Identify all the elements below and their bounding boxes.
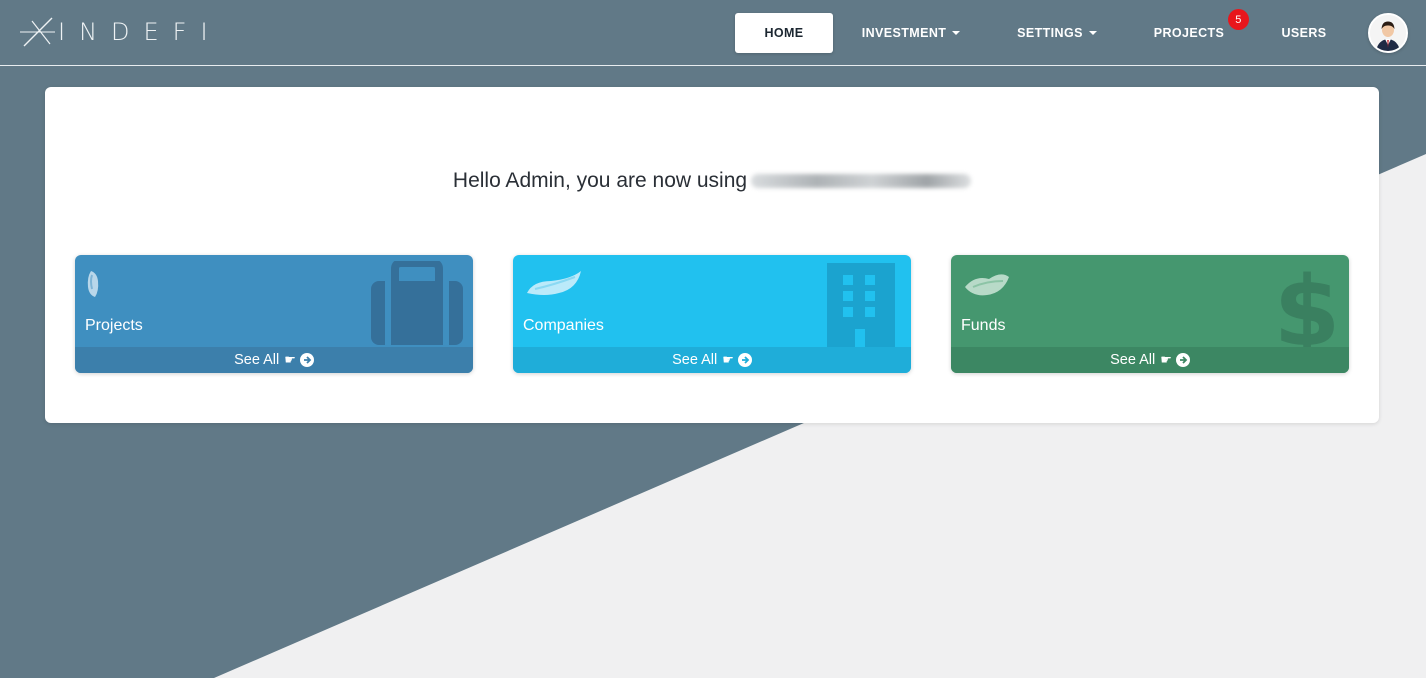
companies-card: Companies See All ☛ xyxy=(513,255,911,373)
briefcase-icon xyxy=(371,261,463,345)
chevron-down-icon xyxy=(952,31,961,35)
funds-mark-icon xyxy=(965,274,1009,296)
nav-settings-label: SETTINGS xyxy=(1017,26,1083,40)
logo-mark-icon xyxy=(20,17,55,47)
arrow-circle-right-icon xyxy=(1175,353,1190,367)
funds-see-all-link[interactable]: See All ☛ xyxy=(951,347,1349,373)
dollar-icon: $ xyxy=(1275,261,1339,355)
projects-count-badge: 5 xyxy=(1228,9,1249,30)
companies-see-all-link[interactable]: See All ☛ xyxy=(513,347,911,373)
nav-settings[interactable]: SETTINGS xyxy=(1012,13,1102,53)
nav-home-label: HOME xyxy=(764,26,804,40)
greeting-line: Hello Admin, you are now using xyxy=(45,169,1379,193)
projects-card-title: Projects xyxy=(85,317,143,334)
projects-see-all-link[interactable]: See All ☛ xyxy=(75,347,473,373)
welcome-panel: Hello Admin, you are now using Projects … xyxy=(45,87,1379,423)
building-icon xyxy=(821,263,901,353)
user-avatar[interactable] xyxy=(1368,13,1408,53)
funds-card-title: Funds xyxy=(961,317,1006,334)
pointing-hand-icon: ☛ xyxy=(722,352,734,367)
svg-text:$: $ xyxy=(1275,261,1339,355)
arrow-circle-right-icon xyxy=(299,353,314,367)
projects-card: Projects See All ☛ xyxy=(75,255,473,373)
redacted-app-name xyxy=(751,174,972,189)
logo-text: INDEFI xyxy=(58,18,222,46)
projects-mark-icon xyxy=(87,271,99,297)
funds-see-all-label: See All xyxy=(1110,352,1156,368)
nav-projects-label: PROJECTS xyxy=(1153,26,1225,40)
pointing-hand-icon: ☛ xyxy=(1160,352,1172,367)
nav-investment-label: INVESTMENT xyxy=(861,26,947,40)
arrow-circle-right-icon xyxy=(737,353,752,367)
funds-card: $ Funds See All ☛ xyxy=(951,255,1349,373)
companies-mark-icon xyxy=(527,271,581,295)
projects-see-all-label: See All xyxy=(234,352,280,368)
nav-home[interactable]: HOME xyxy=(735,13,833,53)
pointing-hand-icon: ☛ xyxy=(284,352,296,367)
companies-card-title: Companies xyxy=(523,317,604,334)
top-navbar: INDEFI HOME INVESTMENT SETTINGS PROJECTS… xyxy=(0,0,1426,66)
nav-investment[interactable]: INVESTMENT xyxy=(856,13,966,53)
user-avatar-icon xyxy=(1370,15,1406,51)
app-logo[interactable]: INDEFI xyxy=(20,15,222,49)
nav-projects[interactable]: PROJECTS 5 xyxy=(1151,9,1249,53)
nav-users-label: USERS xyxy=(1281,26,1327,40)
greeting-text: Hello Admin, you are now using xyxy=(452,169,748,192)
nav-users[interactable]: USERS xyxy=(1281,13,1327,53)
chevron-down-icon xyxy=(1088,31,1097,35)
companies-see-all-label: See All xyxy=(672,352,718,368)
